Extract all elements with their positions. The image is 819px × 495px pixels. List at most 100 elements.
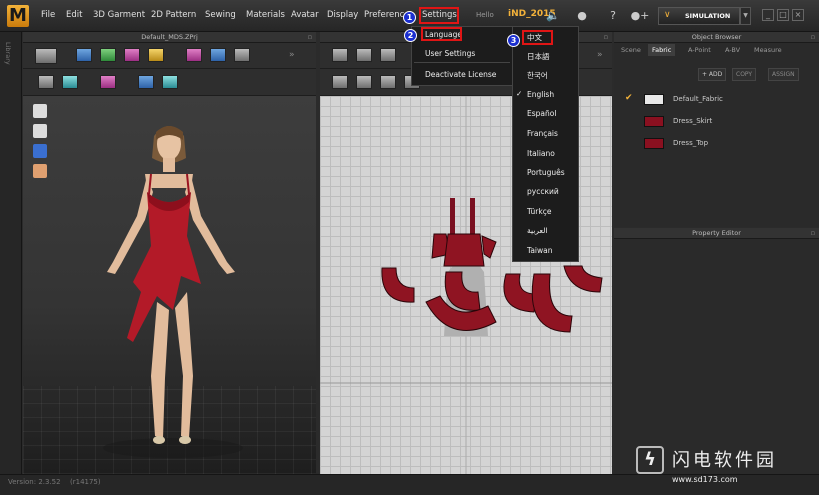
fabric-list-item[interactable]: ✔ Default_Fabric [614,88,819,110]
menu-item-user-settings[interactable]: User Settings [425,49,475,58]
view3d-canvas[interactable] [23,96,316,474]
panel-pin-icon[interactable]: ▫ [811,228,815,239]
menu-divider [414,62,510,63]
menu-2d-pattern[interactable]: 2D Pattern [151,10,196,20]
version-label: Version: 2.3.52 [8,478,61,486]
menu-preferences[interactable]: Preferenc [364,10,404,20]
avatar-view-tool-3-icon[interactable] [33,144,47,158]
tab-measure[interactable]: Measure [750,44,786,56]
garment-pink-tool-icon[interactable] [124,48,140,62]
menu-materials[interactable]: Materials [246,10,285,20]
tab-scene[interactable]: Scene [617,44,645,56]
fabric-name: Dress_Top [673,139,709,147]
language-portuguese[interactable]: Português [527,168,565,177]
language-turkish[interactable]: Türkçe [527,207,551,216]
avatar-view-tool-4-icon[interactable] [33,164,47,178]
fabric-list-item[interactable]: Dress_Top [614,132,819,154]
avatar-select-tool-icon[interactable] [38,75,54,89]
watermark-title: 闪电软件园 [672,450,777,471]
language-korean[interactable]: 한국어 [527,70,548,81]
step-3-marker: 3 [507,34,520,47]
fabric-name: Dress_Skirt [673,117,713,125]
language-russian[interactable]: русский [527,187,559,196]
fabric-grid-tool-icon[interactable] [162,75,178,89]
simulation-dropdown-icon[interactable]: ▼ [740,7,751,25]
pattern-edit-tool-icon[interactable] [356,48,372,62]
pin-tool-icon[interactable] [186,48,202,62]
menu-display[interactable]: Display [327,10,358,20]
garment-yellow-tool-icon[interactable] [148,48,164,62]
selected-check-icon: ✔ [625,93,633,103]
avatar-view-tool-1-icon[interactable] [33,104,47,118]
object-browser-title: Object Browser [691,33,742,41]
library-tab[interactable]: Library [4,42,12,65]
language-japanese[interactable]: 日本語 [527,51,550,62]
menu-avatar[interactable]: Avatar [291,10,319,20]
language-italian[interactable]: Italiano [527,149,555,158]
language-spanish[interactable]: Español [527,109,556,118]
pattern-select-tool-icon[interactable] [332,48,348,62]
watermark-logo-icon: ϟ [636,446,664,474]
view3d-toolbar-1 [23,43,316,69]
language-english[interactable]: English [527,90,554,99]
hello-label: Hello [476,11,494,19]
language-taiwan[interactable]: Taiwan [527,246,553,255]
user-add-icon[interactable]: ●+ [630,7,650,25]
view3d-title: Default_MDS.ZPrj [141,33,198,41]
minimize-icon[interactable]: _ [762,9,774,21]
simulation-icon: ∨ [664,10,671,20]
panel-pin-icon[interactable]: ▫ [604,32,608,43]
menu-item-deactivate-license[interactable]: Deactivate License [425,70,496,79]
fabric-name: Default_Fabric [673,95,723,103]
step-2-marker: 2 [404,29,417,42]
tab-a-point[interactable]: A-Point [684,44,715,56]
arrow-down-tool-icon[interactable] [35,48,57,64]
toolbar-overflow-icon[interactable]: » [597,50,603,60]
view3d-header: Default_MDS.ZPrj ▫ [23,32,316,43]
avatar-pose-tool-icon[interactable] [100,75,116,89]
texture-tool-icon[interactable] [62,75,78,89]
menu-file[interactable]: File [41,10,55,20]
tab-fabric[interactable]: Fabric [648,44,676,56]
garment-green-tool-icon[interactable] [100,48,116,62]
segment-tool-icon[interactable] [332,75,348,89]
toolbar-overflow-icon[interactable]: » [289,50,295,60]
close-icon[interactable]: × [792,9,804,21]
select-move-tool-icon[interactable] [76,48,92,62]
watermark-url: www.sd173.com [672,475,738,484]
menu-edit[interactable]: Edit [66,10,82,20]
object-browser-header: Object Browser ▫ [614,32,819,43]
assign-fabric-button[interactable]: ASSIGN [768,68,799,81]
avatar-figure [103,126,243,458]
language-arabic[interactable]: العربية [527,226,548,235]
panel-pin-icon[interactable]: ▫ [811,32,815,43]
fabric-list-item[interactable]: Dress_Skirt [614,110,819,132]
tack-tool-icon[interactable] [210,48,226,62]
language-french[interactable]: Français [527,129,558,138]
dart-tool-icon[interactable] [380,75,396,89]
avatar-view-tool-2-icon[interactable] [33,124,47,138]
measure-tool-icon[interactable] [234,48,250,62]
speaker-icon[interactable]: 🔈 [543,7,563,25]
ruler-tool-icon[interactable] [138,75,154,89]
fabric-swatch [644,138,664,149]
pattern-point-tool-icon[interactable] [380,48,396,62]
checkmark-icon: ✓ [516,89,523,98]
library-strip [0,32,22,474]
settings-highlight-box [419,7,459,24]
user-icon[interactable]: ● [572,7,592,25]
build-label: (r14175) [70,478,101,486]
tab-a-bv[interactable]: A-BV [721,44,744,56]
restore-icon[interactable]: □ [777,9,789,21]
property-editor-title: Property Editor [692,229,741,237]
fabric-swatch [644,116,664,127]
property-editor-panel [614,228,819,474]
menu-3d-garment[interactable]: 3D Garment [93,10,145,20]
copy-fabric-button[interactable]: COPY [732,68,757,81]
add-fabric-button[interactable]: + ADD [698,68,727,81]
panel-pin-icon[interactable]: ▫ [308,32,312,43]
help-icon[interactable]: ? [603,7,623,25]
menu-sewing[interactable]: Sewing [205,10,236,20]
chinese-highlight-box [522,30,553,45]
curve-tool-icon[interactable] [356,75,372,89]
